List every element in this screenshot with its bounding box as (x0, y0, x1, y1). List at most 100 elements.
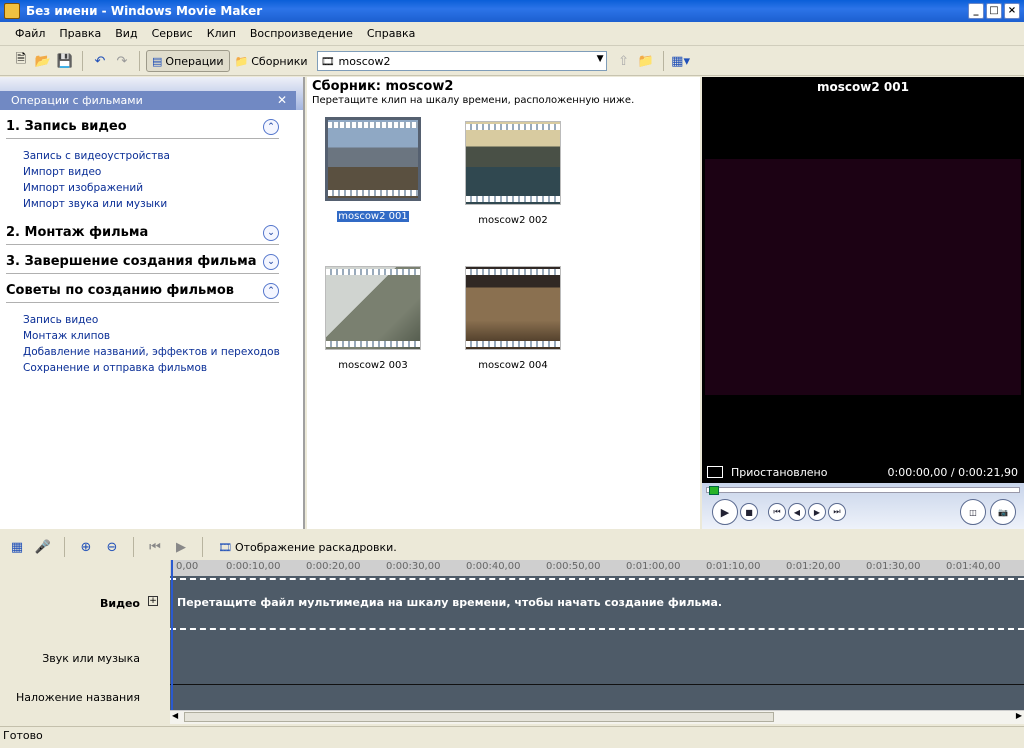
chevron-down-icon[interactable]: ⌄ (263, 253, 279, 270)
scroll-right-icon[interactable]: ▶ (1016, 711, 1022, 720)
new-collection-icon[interactable]: 📁 (635, 50, 657, 72)
scroll-left-icon[interactable]: ◀ (172, 711, 178, 720)
close-button[interactable]: × (1004, 3, 1020, 19)
previous-frame-icon[interactable]: ⏮ (768, 503, 786, 521)
section-capture[interactable]: 1. Запись видео ⌃ (6, 115, 279, 139)
next-frame-icon[interactable]: ⏭ (828, 503, 846, 521)
link-import-video[interactable]: Импорт видео (23, 164, 303, 180)
track-label-video: Видео (100, 597, 140, 610)
clip-item[interactable]: moscow2 002 (458, 121, 568, 226)
ruler-tick: 0:00:50,00 (546, 561, 601, 572)
chevron-down-icon[interactable]: ▼ (597, 54, 604, 64)
menu-edit[interactable]: Правка (52, 27, 108, 40)
minimize-button[interactable]: _ (968, 3, 984, 19)
window-title: Без имени - Windows Movie Maker (26, 4, 263, 18)
toolbar-separator (139, 51, 140, 71)
clip-thumbnail[interactable] (325, 117, 421, 201)
preview-screen (705, 159, 1021, 395)
collection-icon: 🎞 (320, 54, 335, 68)
preview-monitor: moscow2 001 Приостановлено 0:00:00,00 / … (702, 77, 1024, 529)
toolbar-separator (64, 537, 65, 557)
ruler-tick: 0:00:40,00 (466, 561, 521, 572)
timeline-track-labels: Видео + Звук или музыка Наложение назван… (0, 560, 170, 710)
menu-clip[interactable]: Клип (200, 27, 243, 40)
timeline-area[interactable]: 0,00 0:00:10,00 0:00:20,00 0:00:30,00 0:… (170, 560, 1024, 710)
menu-help[interactable]: Справка (360, 27, 422, 40)
link-capture-device[interactable]: Запись с видеоустройства (23, 148, 303, 164)
section-finish[interactable]: 3. Завершение создания фильма ⌄ (6, 250, 279, 274)
storyboard-icon[interactable]: ▦ (6, 536, 28, 558)
time-ruler[interactable]: 0,00 0:00:10,00 0:00:20,00 0:00:30,00 0:… (170, 560, 1024, 576)
clip-item[interactable]: moscow2 003 (318, 266, 428, 371)
clip-item[interactable]: moscow2 004 (458, 266, 568, 371)
menu-tools[interactable]: Сервис (145, 27, 200, 40)
chevron-up-icon[interactable]: ⌃ (263, 118, 279, 135)
menu-play[interactable]: Воспроизведение (243, 27, 360, 40)
menu-file[interactable]: Файл (8, 27, 52, 40)
link-tip-titles[interactable]: Добавление названий, эффектов и переходо… (23, 344, 303, 360)
storyboard-label: Отображение раскадровки. (234, 540, 397, 554)
save-project-icon[interactable]: 💾 (54, 50, 76, 72)
redo-icon[interactable]: ↷ (111, 50, 133, 72)
timeline-scrollbar[interactable]: ◀ ▶ (170, 710, 1024, 724)
close-icon[interactable]: ✕ (277, 93, 287, 107)
clip-thumbnail[interactable] (325, 266, 421, 350)
ruler-tick: 0:01:30,00 (866, 561, 921, 572)
playback-time: 0:00:00,00 / 0:00:21,90 (887, 465, 1019, 479)
up-level-icon[interactable]: ⇧ (613, 50, 635, 72)
play-icon[interactable]: ▶ (712, 499, 738, 525)
preview-controls: ▶ ■ ⏮ ◀ ▶ ⏭ ◫ 📷 (702, 483, 1024, 529)
toolbar-separator (133, 537, 134, 557)
toolbar-separator (202, 537, 203, 557)
track-divider (170, 684, 1024, 685)
split-clip-icon[interactable]: ◫ (960, 499, 986, 525)
menu-view[interactable]: Вид (108, 27, 144, 40)
clip-label: moscow2 002 (478, 215, 548, 226)
snapshot-icon[interactable]: 📷 (990, 499, 1016, 525)
link-import-images[interactable]: Импорт изображений (23, 180, 303, 196)
fullscreen-icon[interactable] (707, 466, 723, 478)
view-options-icon[interactable]: ▦▾ (670, 50, 692, 72)
chevron-down-icon[interactable]: ⌄ (263, 224, 279, 241)
rewind-icon[interactable]: ◀ (788, 503, 806, 521)
new-project-icon[interactable]: 🗎 (10, 50, 32, 72)
seek-bar[interactable] (706, 486, 1020, 495)
zoom-out-icon[interactable]: ⊖ (101, 536, 123, 558)
toolbar: 🗎 📂 💾 ↶ ↷ ▤ Операции 📁 Сборники 🎞 moscow2 … (0, 47, 1024, 76)
video-track[interactable]: Перетащите файл мультимедиа на шкалу вре… (170, 578, 1024, 630)
folder-icon: 📁 (234, 54, 249, 68)
narration-mic-icon[interactable]: 🎤 (32, 536, 54, 558)
collection-select[interactable]: 🎞 moscow2 ▼ (316, 51, 607, 71)
playhead[interactable] (171, 560, 173, 710)
collections-button[interactable]: 📁 Сборники (230, 50, 313, 72)
operations-button[interactable]: ▤ Операции (146, 50, 230, 72)
expand-icon[interactable]: + (148, 596, 158, 606)
tasks-pane-title: Операции с фильмами (0, 91, 296, 110)
clip-item[interactable]: moscow2 001 (318, 117, 428, 222)
maximize-button[interactable]: □ (986, 3, 1002, 19)
collections-label: Сборники (251, 54, 308, 68)
clip-label: moscow2 004 (478, 360, 548, 371)
undo-icon[interactable]: ↶ (89, 50, 111, 72)
clip-thumbnail[interactable] (465, 121, 561, 205)
link-tip-edit[interactable]: Монтаж клипов (23, 328, 303, 344)
link-tip-save[interactable]: Сохранение и отправка фильмов (23, 360, 303, 376)
link-import-audio[interactable]: Импорт звука или музыки (23, 196, 303, 212)
section-tips[interactable]: Советы по созданию фильмов ⌃ (6, 279, 279, 303)
seek-thumb[interactable] (709, 486, 719, 495)
ruler-tick: 0:00:30,00 (386, 561, 441, 572)
section-capture-title: 1. Запись видео (6, 119, 127, 134)
forward-icon[interactable]: ▶ (808, 503, 826, 521)
scroll-thumb[interactable] (184, 712, 774, 722)
storyboard-button[interactable]: 🎞 Отображение раскадровки. (213, 536, 402, 558)
status-text: Готово (3, 729, 43, 742)
rewind-timeline-icon[interactable]: ⏮ (144, 536, 166, 558)
link-tip-capture[interactable]: Запись видео (23, 312, 303, 328)
play-timeline-icon[interactable]: ▶ (170, 536, 192, 558)
zoom-in-icon[interactable]: ⊕ (75, 536, 97, 558)
chevron-up-icon[interactable]: ⌃ (263, 282, 279, 299)
clip-thumbnail[interactable] (465, 266, 561, 350)
open-project-icon[interactable]: 📂 (32, 50, 54, 72)
stop-icon[interactable]: ■ (740, 503, 758, 521)
section-edit[interactable]: 2. Монтаж фильма ⌄ (6, 221, 279, 245)
